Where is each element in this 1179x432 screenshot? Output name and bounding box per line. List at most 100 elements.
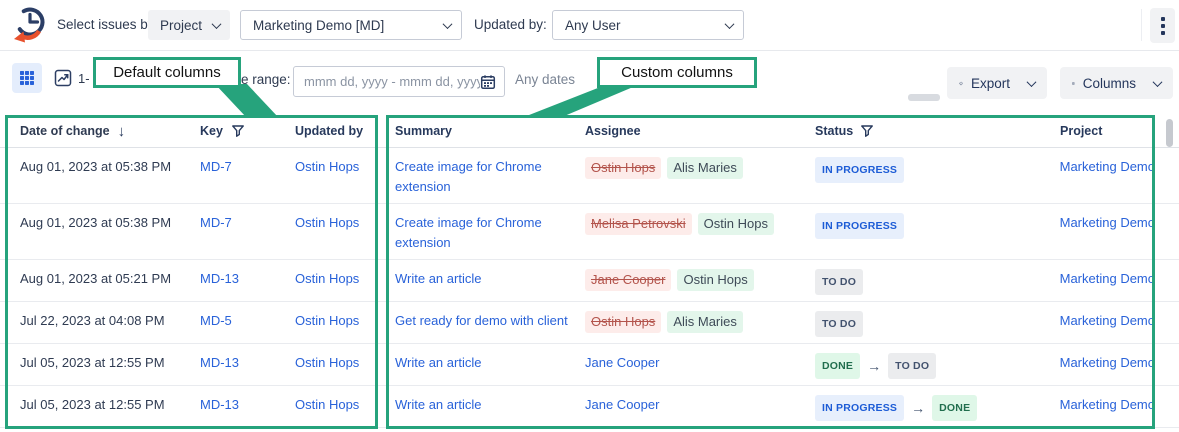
calendar-icon[interactable] [480, 74, 496, 90]
summary-link[interactable]: Get ready for demo with client [395, 311, 568, 331]
updated-by-link[interactable]: Ostin Hops [295, 313, 359, 328]
updated-by-dropdown[interactable]: Any User [552, 10, 744, 40]
issue-key-cell: MD-7 [180, 157, 280, 177]
assignee-cell: Jane Cooper [575, 395, 805, 415]
status-transition-arrow-icon: → [867, 359, 881, 373]
project-cell: Marketing Demo [1045, 213, 1179, 233]
assignee-removed-badge: Jane Cooper [585, 269, 671, 291]
date-of-change-cell: Aug 01, 2023 at 05:38 PM [0, 157, 180, 177]
chart-view-button[interactable] [48, 63, 78, 93]
summary-link[interactable]: Write an article [395, 395, 481, 415]
status-badge: IN PROGRESS [815, 395, 904, 421]
project-link[interactable]: Marketing Demo [1060, 215, 1155, 230]
export-label: Export [971, 76, 1010, 91]
sort-descending-icon[interactable]: ↓ [118, 123, 126, 140]
project-link[interactable]: Marketing Demo [1060, 313, 1155, 328]
summary-cell: Get ready for demo with client [385, 311, 575, 331]
issue-key-link[interactable]: MD-13 [200, 397, 239, 412]
project-dropdown[interactable]: Marketing Demo [MD] [240, 10, 462, 40]
status-cell: IN PROGRESS [805, 157, 1045, 183]
updated-by-link[interactable]: Ostin Hops [295, 397, 359, 412]
table-row: Jul 22, 2023 at 04:08 PM MD-5 Ostin Hops… [0, 302, 1179, 344]
summary-link[interactable]: Create image for Chrome extension [395, 213, 575, 253]
select-by-dropdown[interactable]: Project [148, 10, 230, 40]
filter-funnel-icon[interactable] [231, 124, 245, 138]
table-body: Aug 01, 2023 at 05:38 PM MD-7 Ostin Hops… [0, 148, 1179, 432]
table-view-button[interactable] [12, 63, 42, 93]
assignee-link[interactable]: Jane Cooper [585, 353, 659, 373]
project-link[interactable]: Marketing Demo [1060, 159, 1155, 174]
date-range-label: Date range: [220, 72, 291, 87]
updated-by-link[interactable]: Ostin Hops [295, 159, 359, 174]
columns-button[interactable]: Columns [1060, 67, 1173, 99]
assignee-cell: Jane Cooper [575, 353, 805, 373]
select-issues-by-label: Select issues by: [57, 17, 158, 32]
table-row: Jul 05, 2023 at 12:55 PM MD-13 Ostin Hop… [0, 344, 1179, 386]
status-cell: DONE → TO DO [805, 353, 1045, 379]
export-button[interactable]: Export [947, 67, 1047, 99]
columns-label: Columns [1083, 76, 1136, 91]
table-row: Jul 05, 2023 at 12:54 PM MD-13 Ostin Hop… [0, 428, 1179, 432]
app-logo-clock-icon [8, 5, 50, 47]
date-of-change-cell: Jul 05, 2023 at 12:55 PM [0, 353, 180, 373]
issue-key-cell: MD-13 [180, 395, 280, 415]
filter-funnel-icon[interactable] [860, 124, 874, 138]
column-header-status: Status [805, 124, 1045, 138]
project-link[interactable]: Marketing Demo [1060, 271, 1155, 286]
assignee-added-badge: Ostin Hops [698, 213, 774, 235]
status-badge: TO DO [888, 353, 936, 379]
summary-link[interactable]: Write an article [395, 269, 481, 289]
summary-link[interactable]: Create image for Chrome extension [395, 157, 575, 197]
updated-by-cell: Ostin Hops [280, 157, 385, 177]
chevron-down-icon [212, 19, 222, 29]
table-grid-icon [19, 70, 35, 86]
issue-key-link[interactable]: MD-13 [200, 271, 239, 286]
issue-key-link[interactable]: MD-13 [200, 355, 239, 370]
summary-cell: Create image for Chrome extension [385, 157, 575, 197]
assignee-added-badge: Alis Maries [667, 157, 743, 179]
status-cell: TO DO [805, 269, 1045, 295]
project-link[interactable]: Marketing Demo [1060, 397, 1155, 412]
status-cell: IN PROGRESS [805, 213, 1045, 239]
issue-key-cell: MD-13 [180, 269, 280, 289]
assignee-added-badge: Ostin Hops [677, 269, 753, 291]
issue-key-cell: MD-5 [180, 311, 280, 331]
assignee-cell: Ostin HopsAlis Maries [575, 157, 805, 179]
status-badge: TO DO [815, 311, 863, 337]
updated-by-cell: Ostin Hops [280, 213, 385, 233]
export-cloud-icon [959, 75, 963, 92]
column-header-updated-by: Updated by [280, 124, 385, 138]
issue-key-link[interactable]: MD-7 [200, 215, 232, 230]
project-cell: Marketing Demo [1045, 395, 1179, 415]
summary-cell: Write an article [385, 353, 575, 373]
updated-by-value: Any User [565, 18, 621, 33]
vertical-scrollbar[interactable] [1166, 119, 1173, 147]
status-badge: DONE [815, 353, 860, 379]
horizontal-scrollbar[interactable] [908, 94, 940, 101]
assignee-cell: Jane Cooper Ostin Hops [575, 269, 805, 291]
status-cell: TO DO [805, 311, 1045, 337]
assignee-link[interactable]: Jane Cooper [585, 395, 659, 415]
updated-by-link[interactable]: Ostin Hops [295, 355, 359, 370]
issue-key-cell: MD-13 [180, 353, 280, 373]
column-header-date-of-change[interactable]: Date of change ↓ [0, 123, 180, 140]
date-of-change-cell: Aug 01, 2023 at 05:38 PM [0, 213, 180, 233]
updated-by-link[interactable]: Ostin Hops [295, 271, 359, 286]
app-window: Select issues by: Project Marketing Demo… [0, 0, 1179, 432]
date-of-change-cell: Aug 01, 2023 at 05:21 PM [0, 269, 180, 289]
date-range-input[interactable] [304, 74, 480, 89]
assignee-removed-badge: Melisa Petrovski [585, 213, 692, 235]
issue-key-link[interactable]: MD-5 [200, 313, 232, 328]
issue-key-link[interactable]: MD-7 [200, 159, 232, 174]
summary-link[interactable]: Write an article [395, 353, 481, 373]
result-count: 1- [78, 71, 90, 86]
status-transition-arrow-icon: → [911, 401, 925, 415]
updated-by-link[interactable]: Ostin Hops [295, 215, 359, 230]
table-row: Aug 01, 2023 at 05:38 PM MD-7 Ostin Hops… [0, 204, 1179, 260]
chevron-down-icon [1153, 77, 1163, 87]
column-header-key: Key [180, 124, 280, 138]
more-options-button[interactable] [1150, 8, 1175, 43]
assignee-cell: Ostin HopsAlis Maries [575, 311, 805, 333]
status-badge: IN PROGRESS [815, 213, 904, 239]
project-link[interactable]: Marketing Demo [1060, 355, 1155, 370]
